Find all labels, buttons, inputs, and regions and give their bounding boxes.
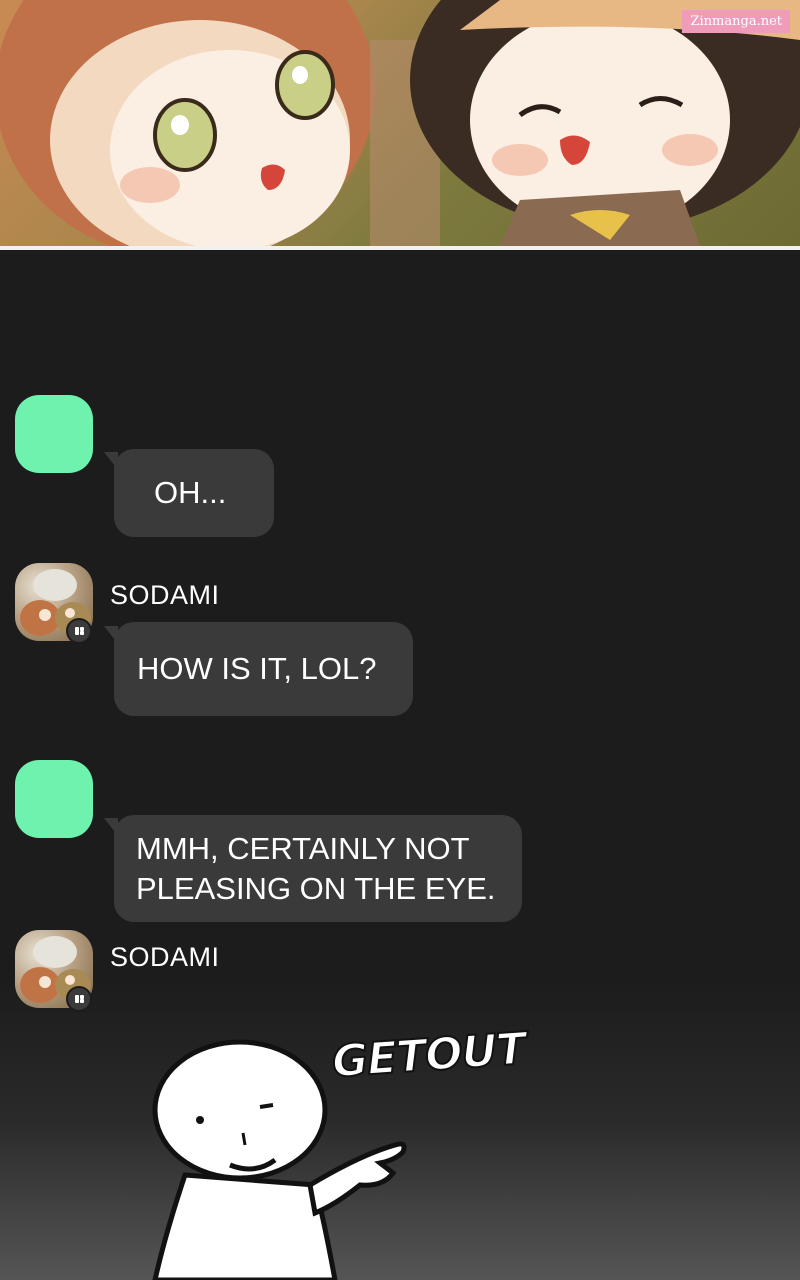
- user-avatar[interactable]: [15, 395, 93, 473]
- chibi-characters-illustration: [0, 0, 800, 246]
- message-text: MMH, CERTAINLY NOT PLEASING ON THE EYE.: [136, 831, 496, 906]
- comic-panel-illustration: Zinmanga.net: [0, 0, 800, 246]
- sender-name: SODAMI: [110, 580, 220, 610]
- chat-bubble: OH...: [114, 449, 274, 537]
- chat-bubble: HOW IS IT, LOL?: [114, 622, 413, 716]
- site-watermark: Zinmanga.net: [682, 10, 790, 33]
- app-badge-icon: [66, 618, 92, 644]
- user-avatar[interactable]: [15, 760, 93, 838]
- message-text: OH...: [154, 475, 227, 510]
- chat-bubble: MMH, CERTAINLY NOT PLEASING ON THE EYE.: [114, 815, 522, 922]
- app-badge-icon: [66, 986, 92, 1012]
- sender-name: SODAMI: [110, 942, 220, 972]
- panel-divider: [0, 246, 800, 250]
- message-text: HOW IS IT, LOL?: [137, 651, 377, 686]
